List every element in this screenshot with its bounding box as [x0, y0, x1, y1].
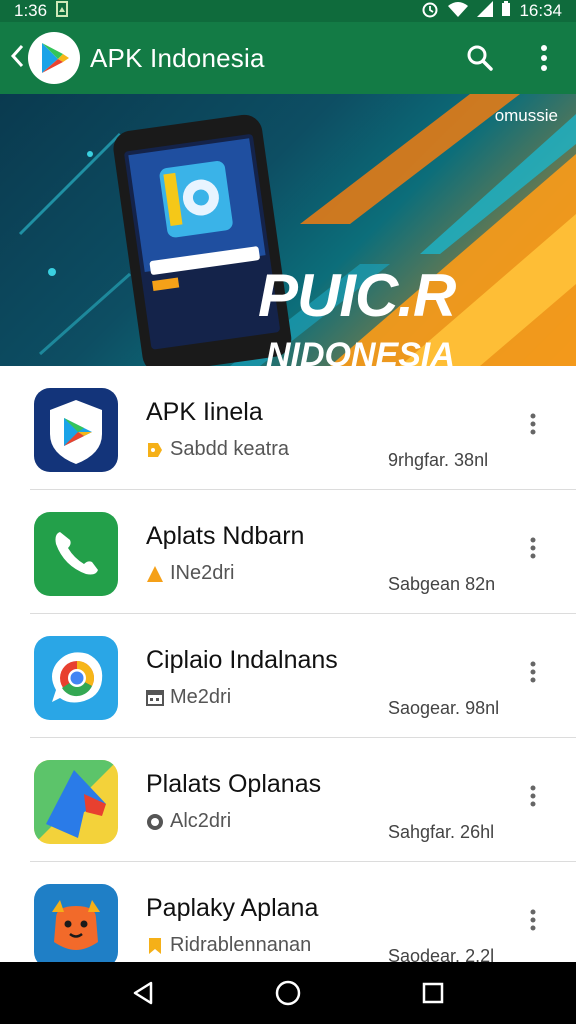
navigation-bar	[0, 962, 576, 1024]
banner-subtitle: NIDONESIA	[266, 336, 455, 366]
app-subtitle: Me2dri	[170, 686, 232, 708]
home-icon[interactable]	[258, 963, 318, 1023]
image-icon	[55, 0, 69, 22]
more-vert-icon[interactable]	[518, 778, 548, 814]
promo-banner[interactable]: omussie PUIC.R NIDONESIA	[0, 94, 576, 366]
phone-icon	[34, 512, 118, 596]
list-item[interactable]: APK Iinela Sabdd keatra 9rhgfar. 38nl	[0, 366, 576, 490]
tag-icon	[146, 441, 164, 459]
app-name: Aplats Ndbarn	[146, 522, 305, 550]
app-subtitle: Ridrablennanan	[170, 934, 312, 956]
more-vert-icon[interactable]	[518, 530, 548, 566]
signal-icon	[477, 0, 494, 22]
app-meta: Sabgean 82n	[388, 574, 496, 594]
app-name: Plalats Oplanas	[146, 770, 322, 798]
alarm-icon	[421, 0, 439, 23]
app-name: APK Iinela	[146, 398, 263, 426]
more-vert-icon[interactable]	[518, 654, 548, 690]
app-subtitle: Alc2dri	[170, 810, 232, 832]
status-time-right: 16:34	[519, 1, 562, 20]
recents-icon[interactable]	[403, 963, 463, 1023]
status-time-left: 1:36	[14, 1, 48, 20]
back-icon[interactable]	[113, 963, 173, 1023]
status-bar: 1:36 16:34	[0, 0, 576, 22]
app-meta: Saogear. 98nl	[388, 698, 500, 718]
app-meta: 9rhgfar. 38nl	[388, 450, 489, 470]
app-name: Paplaky Aplana	[146, 894, 319, 922]
list-item[interactable]: Plalats Oplanas Alc2dri Sahgfar. 26hl	[0, 738, 576, 862]
banner-brand: omussie	[494, 106, 558, 125]
app-subtitle: INe2dri	[170, 562, 235, 584]
battery-icon	[501, 0, 511, 22]
arrow-app-icon	[34, 760, 118, 844]
more-vert-icon[interactable]	[512, 26, 576, 90]
list-item[interactable]: Aplats Ndbarn INe2dri Sabgean 82n	[0, 490, 576, 614]
search-icon[interactable]	[448, 26, 512, 90]
app-list: APK Iinela Sabdd keatra 9rhgfar. 38nl Ap…	[0, 366, 576, 962]
wifi-icon	[447, 1, 469, 22]
app-title: APK Indonesia	[90, 42, 265, 73]
app-meta: Saodear. 2.2l	[388, 946, 495, 962]
more-vert-icon[interactable]	[518, 406, 548, 442]
app-bar: APK Indonesia	[0, 22, 576, 94]
chrome-icon	[34, 636, 118, 720]
app-subtitle: Sabdd keatra	[170, 438, 289, 460]
list-item[interactable]: Paplaky Aplana Ridrablennanan Saodear. 2…	[0, 862, 576, 962]
app-name: Ciplaio Indalnans	[146, 646, 338, 674]
warning-icon	[146, 565, 164, 583]
more-vert-icon[interactable]	[518, 902, 548, 938]
mascot-app-icon	[34, 884, 118, 962]
calendar-icon	[146, 689, 164, 707]
play-store-icon	[34, 388, 118, 472]
app-meta: Sahgfar. 26hl	[388, 822, 495, 842]
play-store-logo[interactable]	[28, 32, 80, 84]
list-item[interactable]: Ciplaio Indalnans Me2dri Saogear. 98nl	[0, 614, 576, 738]
circle-icon	[146, 813, 164, 831]
banner-title: PUIC.R	[258, 262, 456, 329]
bookmark-icon	[146, 937, 164, 955]
